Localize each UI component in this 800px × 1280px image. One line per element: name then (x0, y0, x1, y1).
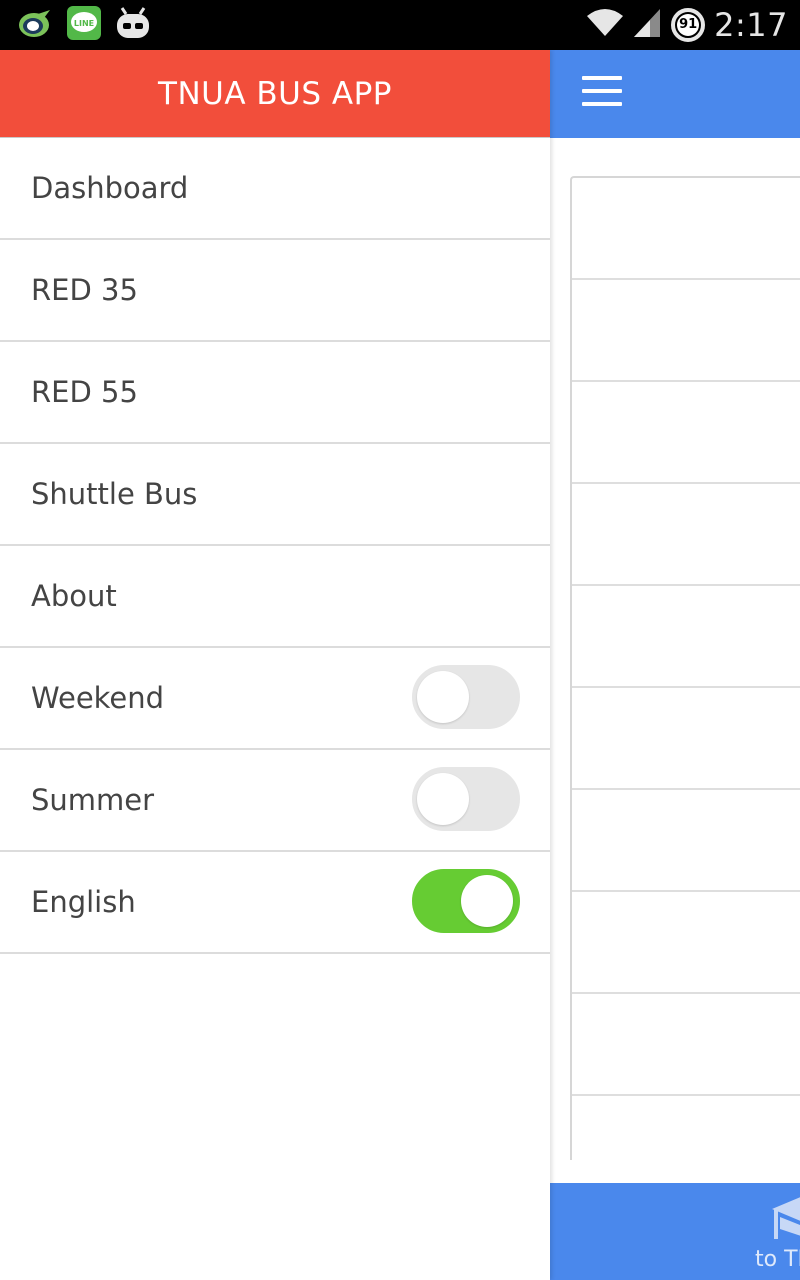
chat-app-icon (16, 6, 54, 44)
menu-item-dashboard[interactable]: Dashboard (0, 138, 550, 240)
svg-text:LINE: LINE (74, 19, 94, 28)
summer-toggle[interactable] (412, 767, 520, 831)
line-app-icon: LINE (66, 5, 102, 45)
menu-item-red-55[interactable]: RED 55 (0, 342, 550, 444)
app-screen: LINE 91 2:17 to T TNUA BUS APP Dashboard… (0, 0, 800, 1280)
battery-icon: 91 (670, 7, 706, 43)
list-item[interactable] (572, 790, 800, 892)
menu-item-label: Shuttle Bus (31, 477, 198, 511)
bottom-tab-label[interactable]: to TN (755, 1247, 800, 1272)
list-item[interactable] (572, 994, 800, 1096)
menu-item-english: English (0, 852, 550, 954)
menu-item-weekend: Weekend (0, 648, 550, 750)
toggle-label: Weekend (31, 681, 165, 715)
signal-icon (632, 7, 662, 43)
toggle-knob (417, 671, 469, 723)
list-item[interactable] (572, 178, 800, 280)
menu-item-label: RED 35 (31, 273, 138, 307)
system-icons: 91 2:17 (586, 5, 788, 45)
menu-item-label: RED 55 (31, 375, 138, 409)
menu-item-label: About (31, 579, 117, 613)
list-item[interactable] (572, 688, 800, 790)
menu-item-about[interactable]: About (0, 546, 550, 648)
drawer-header: TNUA BUS APP (0, 50, 550, 138)
notification-icons: LINE (16, 6, 152, 44)
main-content: to TN (550, 50, 800, 1280)
hamburger-menu-icon[interactable] (582, 76, 622, 106)
menu-item-red-35[interactable]: RED 35 (0, 240, 550, 342)
toggle-label: Summer (31, 783, 155, 817)
toggle-knob (417, 773, 469, 825)
menu-item-summer: Summer (0, 750, 550, 852)
list-item[interactable] (572, 484, 800, 586)
drawer-menu: Dashboard RED 35 RED 55 Shuttle Bus Abou… (0, 138, 550, 954)
android-robot-icon (114, 6, 152, 44)
status-bar: LINE 91 2:17 (0, 0, 800, 50)
list-item[interactable] (572, 382, 800, 484)
navigation-drawer: TNUA BUS APP Dashboard RED 35 RED 55 Shu… (0, 50, 550, 1280)
menu-item-shuttle-bus[interactable]: Shuttle Bus (0, 444, 550, 546)
graduation-cap-icon[interactable] (770, 1189, 800, 1245)
app-title: TNUA BUS APP (158, 76, 392, 112)
weekend-toggle[interactable] (412, 665, 520, 729)
list-item[interactable] (572, 892, 800, 994)
toggle-knob (461, 875, 513, 927)
main-header (550, 50, 800, 138)
menu-item-label: Dashboard (31, 171, 189, 205)
toggle-label: English (31, 885, 136, 919)
battery-level: 91 (679, 17, 698, 32)
clock: 2:17 (714, 6, 788, 44)
bottom-tab-bar: to TN (550, 1183, 800, 1280)
english-toggle[interactable] (412, 869, 520, 933)
wifi-icon (586, 8, 624, 42)
list-item[interactable] (572, 280, 800, 382)
list-item[interactable] (572, 586, 800, 688)
schedule-card (570, 176, 800, 1160)
